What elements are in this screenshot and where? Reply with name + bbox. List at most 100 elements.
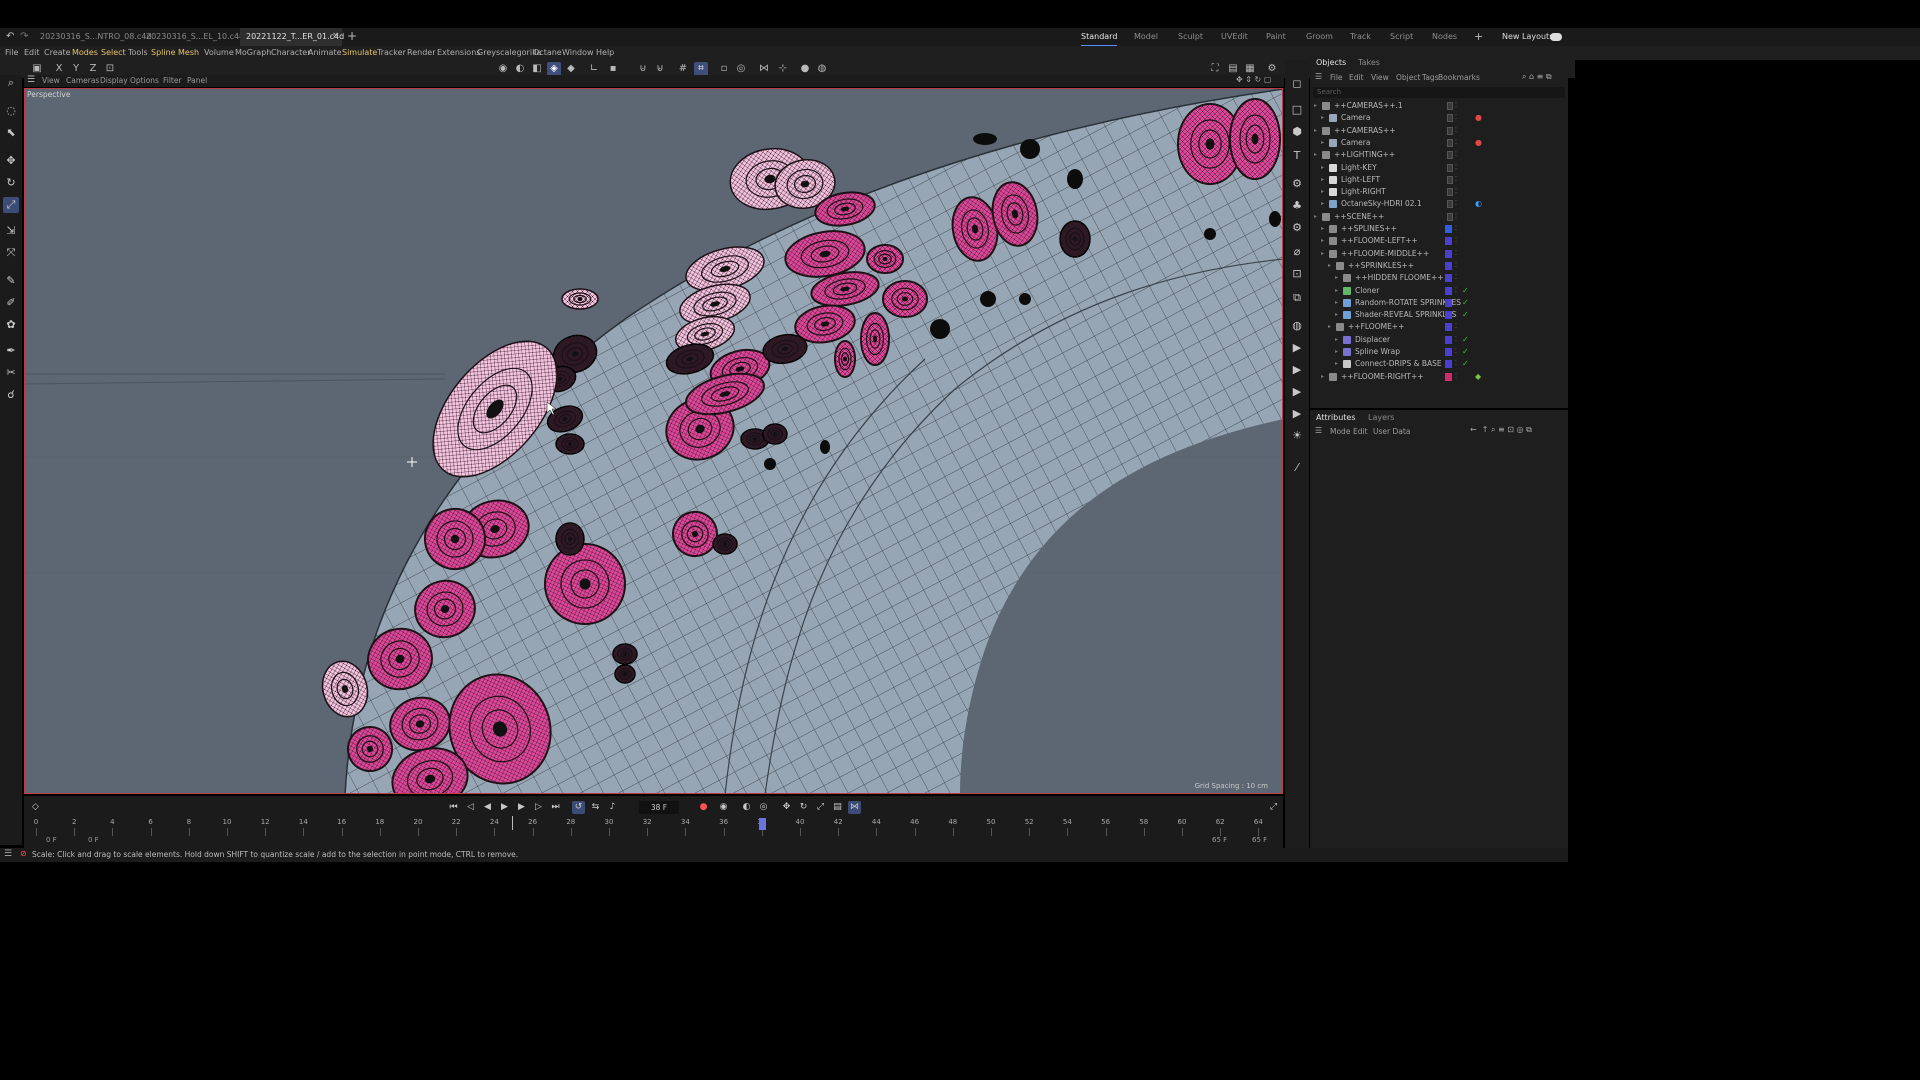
viewport-menu-cameras[interactable]: Cameras — [66, 75, 99, 87]
om-menu-file[interactable]: File — [1330, 73, 1343, 82]
record-tag-icon[interactable]: ● — [1475, 112, 1482, 124]
enabled-check-icon[interactable]: ✓ — [1462, 297, 1469, 309]
edges-mode-icon[interactable]: ◐ — [513, 62, 527, 76]
layer-checkbox[interactable] — [1447, 175, 1453, 184]
magnet-icon[interactable]: ⊍ — [636, 62, 650, 76]
menu-volume[interactable]: Volume — [204, 46, 234, 60]
expand-arrow-icon[interactable]: ▸ — [1335, 358, 1343, 370]
menu-render[interactable]: Render — [407, 46, 435, 60]
object-row[interactable]: ▸ Displacer ⁚ ✓ — [1310, 334, 1568, 346]
record-icon[interactable]: ● — [697, 801, 710, 814]
layer-checkbox[interactable] — [1447, 163, 1453, 172]
layer-checkbox[interactable] — [1447, 126, 1453, 135]
layout-track[interactable]: Track — [1350, 28, 1371, 46]
viewport-menu-icon[interactable]: ☰ — [27, 75, 35, 85]
layer-checkbox[interactable] — [1447, 138, 1453, 147]
object-name[interactable]: Light-RIGHT — [1341, 186, 1386, 198]
move-tool-icon[interactable]: ✥ — [3, 153, 19, 169]
tab-layers[interactable]: Layers — [1368, 413, 1394, 422]
enabled-check-icon[interactable]: ✓ — [1462, 346, 1469, 358]
autokey-icon[interactable]: ◉ — [717, 801, 730, 814]
generator-icon[interactable]: ⚙ — [1289, 176, 1305, 192]
object-name[interactable]: ++SPLINES++ — [1341, 223, 1397, 235]
menu-help[interactable]: Help — [596, 46, 614, 60]
layer-color-swatch[interactable] — [1445, 360, 1452, 369]
visibility-dots[interactable]: ⁚ — [1455, 371, 1457, 383]
interpolation-icon[interactable]: ◎ — [757, 801, 770, 814]
lock-axis-icon[interactable]: ⊹ — [776, 62, 790, 76]
layer-color-swatch[interactable] — [1445, 348, 1452, 356]
snap-toggle-icon[interactable]: ⌗ — [694, 62, 708, 76]
texture-mode-icon[interactable]: ◆ — [564, 62, 578, 76]
visibility-dots[interactable]: ⁚ — [1455, 198, 1457, 210]
layer-color-swatch[interactable] — [1445, 225, 1452, 233]
select-tool-icon[interactable]: ⬉ — [3, 125, 19, 141]
layout-uvedit[interactable]: UVEdit — [1221, 28, 1248, 46]
layer-checkbox[interactable] — [1447, 114, 1453, 123]
object-name[interactable]: ++FLOOME++ — [1348, 321, 1404, 333]
sound-icon[interactable]: ♪ — [606, 801, 619, 814]
object-row[interactable]: ▸ ++FLOOME-MIDDLE++ ⁚ — [1310, 248, 1568, 260]
smooth-tool-icon[interactable]: ☌ — [3, 387, 19, 403]
object-name[interactable]: ++FLOOME-RIGHT++ — [1341, 371, 1424, 383]
visibility-dots[interactable]: ⁚ — [1455, 235, 1457, 247]
menu-extensions[interactable]: Extensions — [437, 46, 480, 60]
object-name[interactable]: Spline Wrap — [1355, 346, 1400, 358]
scene-camera-icon[interactable]: ▶ — [1289, 384, 1305, 400]
visibility-dots[interactable]: ⁚ — [1455, 309, 1457, 321]
visibility-dots[interactable]: ⁚ — [1455, 186, 1457, 198]
expand-arrow-icon[interactable]: ▸ — [1321, 162, 1329, 174]
menu-spline[interactable]: Spline — [151, 46, 176, 60]
om-menu-edit[interactable]: Edit — [1349, 73, 1364, 82]
expand-arrow-icon[interactable]: ▸ — [1335, 346, 1343, 358]
menu-edit[interactable]: Edit — [24, 46, 40, 60]
tab-objects[interactable]: Objects — [1316, 58, 1346, 67]
object-name[interactable]: ++HIDDEN FLOOME++ — [1355, 272, 1444, 284]
object-name[interactable]: ++CAMERAS++.1 — [1334, 100, 1403, 112]
tab-attributes[interactable]: Attributes — [1316, 413, 1356, 422]
text-spline-icon[interactable]: T — [1289, 148, 1305, 164]
object-row[interactable]: ▸ ++LIGHTING++ ⁚ — [1310, 149, 1568, 161]
layer-color-swatch[interactable] — [1445, 311, 1452, 320]
layer-checkbox[interactable] — [1447, 151, 1453, 160]
workplane-icon[interactable]: ▫ — [717, 62, 731, 76]
object-name[interactable]: ++SPRINKLES++ — [1348, 260, 1414, 272]
render-picture-viewer-icon[interactable]: ▦ — [1243, 62, 1257, 76]
axis-z-button[interactable]: Z — [86, 62, 100, 76]
om-menu-object[interactable]: Object — [1396, 73, 1420, 82]
layer-color-swatch[interactable] — [1445, 335, 1452, 344]
visibility-dots[interactable]: ⁚ — [1455, 223, 1457, 235]
expand-arrow-icon[interactable]: ▸ — [1321, 235, 1329, 247]
object-name[interactable]: Camera — [1341, 137, 1370, 149]
layer-color-swatch[interactable] — [1445, 237, 1452, 246]
enabled-check-icon[interactable]: ✓ — [1462, 309, 1469, 321]
playhead[interactable] — [759, 818, 766, 830]
coordinate-system-icon[interactable]: ⊡ — [103, 62, 117, 76]
layer-color-swatch[interactable] — [1445, 261, 1452, 270]
solo-icon[interactable]: ◎ — [734, 62, 748, 76]
viewport-menu-filter[interactable]: Filter — [163, 75, 182, 87]
layout-paint[interactable]: Paint — [1266, 28, 1286, 46]
layout-script[interactable]: Script — [1390, 28, 1413, 46]
layer-checkbox[interactable] — [1447, 212, 1453, 221]
object-row[interactable]: ▸ ++HIDDEN FLOOME++ ⁚ — [1310, 272, 1568, 284]
scale-key-icon[interactable]: ⤢ — [814, 801, 827, 814]
visibility-dots[interactable]: ⁚ — [1455, 248, 1457, 260]
status-menu-icon[interactable]: ☰ — [4, 849, 12, 859]
redo-icon[interactable]: ↷ — [20, 31, 28, 42]
layout-sculpt[interactable]: Sculpt — [1178, 28, 1203, 46]
object-name[interactable]: ++CAMERAS++ — [1334, 125, 1396, 137]
polygons-mode-icon[interactable]: ◧ — [530, 62, 544, 76]
render-settings-icon[interactable]: ⚙ — [1265, 62, 1279, 76]
object-row[interactable]: ▸ ++FLOOME-LEFT++ ⁚ — [1310, 235, 1568, 247]
expand-arrow-icon[interactable]: ▸ — [1314, 211, 1322, 223]
menu-octane[interactable]: Octane — [533, 46, 562, 60]
symmetry-icon[interactable]: ⋈ — [757, 62, 771, 76]
visibility-dots[interactable]: ⁚ — [1455, 137, 1457, 149]
layout-toggle[interactable] — [1550, 33, 1562, 41]
cloner-icon[interactable]: ♣ — [1289, 198, 1305, 214]
om-menu-tags[interactable]: Tags — [1422, 73, 1439, 82]
expand-arrow-icon[interactable]: ▸ — [1314, 125, 1322, 137]
expand-arrow-icon[interactable]: ▸ — [1321, 248, 1329, 260]
expand-arrow-icon[interactable]: ▸ — [1314, 100, 1322, 112]
